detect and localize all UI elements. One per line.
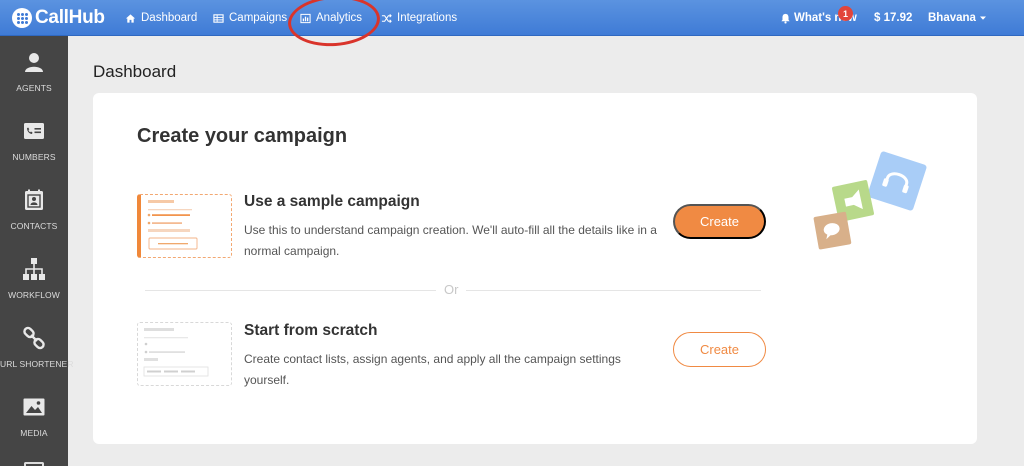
phone-card-icon [24,123,44,139]
user-name: Bhavana [928,12,976,24]
sidebar-item-label: URL SHORTENER [0,359,74,369]
sidebar-item-label: WORKFLOW [8,290,60,300]
create-campaign-card: Create your campaign Use a sample campai… [93,93,977,444]
image-icon [23,398,45,416]
headset-tile [867,151,927,211]
logo-text: CallHub [35,7,105,28]
contact-book-icon [25,189,43,210]
or-label: Or [436,282,467,297]
notification-badge: 1 [838,6,853,21]
nav-dashboard[interactable]: Dashboard [125,0,197,36]
bell-icon [781,13,790,24]
scratch-campaign-thumbnail [137,322,232,386]
sample-campaign-thumbnail [137,194,232,258]
sidebar-item-url-shortener[interactable]: URL SHORTENER [0,312,74,380]
sidebar-item-partial[interactable] [0,460,68,466]
balance-display[interactable]: $ 17.92 [874,0,912,36]
nav-campaigns-label: Campaigns [229,12,288,24]
workflow-icon [23,258,45,280]
scratch-campaign-description: Create contact lists, assign agents, and… [244,352,621,387]
top-navbar: CallHub Dashboard Campaigns Analytics In… [0,0,1024,36]
bar-chart-icon [300,13,311,23]
person-icon [25,53,43,72]
sidebar-item-label: NUMBERS [12,152,56,162]
sidebar-item-agents[interactable]: AGENTS [0,36,68,104]
sidebar: AGENTS NUMBERS CONTACTS WORKFLOW URL SHO… [0,36,74,466]
sample-campaign-title: Use a sample campaign [244,193,420,210]
caret-down-icon [979,16,986,20]
sidebar-item-label: AGENTS [16,83,52,93]
home-icon [125,13,136,23]
callhub-logo[interactable]: CallHub [12,7,105,29]
partial-icon [24,462,44,466]
card-title: Create your campaign [137,125,348,147]
sidebar-item-label: CONTACTS [10,221,58,231]
sidebar-item-numbers[interactable]: NUMBERS [0,105,68,173]
blank-form-illustration [143,328,209,377]
page-title: Dashboard [93,62,177,81]
nav-integrations-label: Integrations [397,12,458,24]
sidebar-item-workflow[interactable]: WORKFLOW [0,243,68,311]
nav-analytics-label: Analytics [316,12,363,24]
shuffle-icon [381,13,392,23]
create-sample-campaign-button[interactable]: Create [673,204,766,239]
sample-form-illustration [147,200,198,250]
nav-dashboard-label: Dashboard [141,12,198,24]
scratch-campaign-title: Start from scratch [244,322,378,339]
sidebar-item-media[interactable]: MEDIA [0,381,68,449]
chat-tile [813,211,852,250]
sidebar-item-label: MEDIA [20,428,48,438]
create-scratch-campaign-button[interactable]: Create [673,332,766,367]
nav-analytics[interactable]: Analytics [300,0,362,36]
logo-icon [12,8,32,28]
link-icon [23,326,45,350]
table-icon [213,13,224,23]
campaign-channels-illustration [813,151,927,250]
sidebar-item-contacts[interactable]: CONTACTS [0,174,68,242]
sample-campaign-description: Use this to understand campaign creation… [244,223,657,258]
user-menu[interactable]: Bhavana [928,0,987,36]
nav-integrations[interactable]: Integrations [381,0,457,36]
nav-campaigns[interactable]: Campaigns [213,0,287,36]
